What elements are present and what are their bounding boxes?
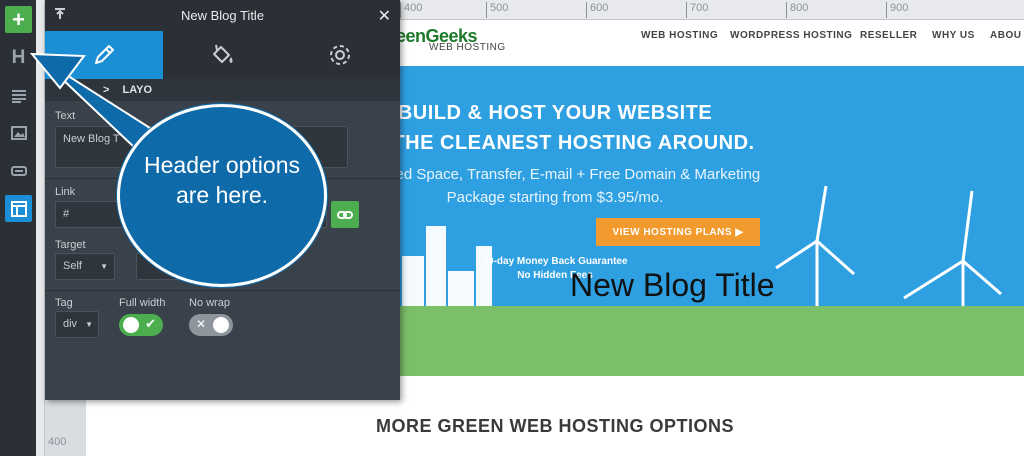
ruler-tick: 600 bbox=[586, 2, 608, 18]
ruler-tick: 500 bbox=[486, 2, 508, 18]
selected-heading-element[interactable]: New Blog Title bbox=[570, 267, 775, 304]
ruler-tick: 800 bbox=[786, 2, 808, 18]
no-wrap-toggle[interactable]: ✕ bbox=[189, 314, 233, 336]
ruler-tick: 700 bbox=[686, 2, 708, 18]
top-ruler: 400 500 600 700 800 900 bbox=[400, 0, 1024, 20]
full-width-toggle[interactable]: ✔ bbox=[119, 314, 163, 336]
chevron-down-icon: ▼ bbox=[85, 320, 93, 329]
left-ruler-label: 400 bbox=[48, 436, 67, 448]
ruler-tick: 400 bbox=[400, 2, 422, 18]
ruler-tick: 900 bbox=[886, 2, 908, 18]
more-options-heading: MORE GREEN WEB HOSTING OPTIONS bbox=[375, 416, 735, 436]
nav-reseller[interactable]: RESELLER bbox=[860, 30, 917, 41]
site-logo-sub: WEB HOSTING bbox=[429, 42, 506, 53]
editor-root: eenGeeks WEB HOSTING WEB HOSTING WORDPRE… bbox=[0, 0, 1024, 456]
nav-web-hosting[interactable]: WEB HOSTING bbox=[641, 30, 718, 41]
checkmark-icon: ✔ bbox=[145, 316, 156, 331]
toggle-knob bbox=[213, 317, 229, 333]
view-hosting-plans-button[interactable]: VIEW HOSTING PLANS ▶ bbox=[596, 218, 760, 246]
callout-line-2: are here. bbox=[175, 182, 269, 208]
tag-select-value: div bbox=[63, 318, 78, 330]
nav-about[interactable]: ABOU bbox=[990, 30, 1021, 41]
callout-text: Header options are here. bbox=[117, 150, 327, 210]
nav-why-us[interactable]: WHY US bbox=[932, 30, 975, 41]
callout-line-1: Header options bbox=[144, 152, 300, 178]
x-icon: ✕ bbox=[196, 317, 207, 331]
toggle-knob bbox=[123, 317, 139, 333]
nav-wordpress-hosting[interactable]: WORDPRESS HOSTING bbox=[730, 30, 852, 41]
tag-select[interactable]: div ▼ bbox=[55, 311, 99, 338]
